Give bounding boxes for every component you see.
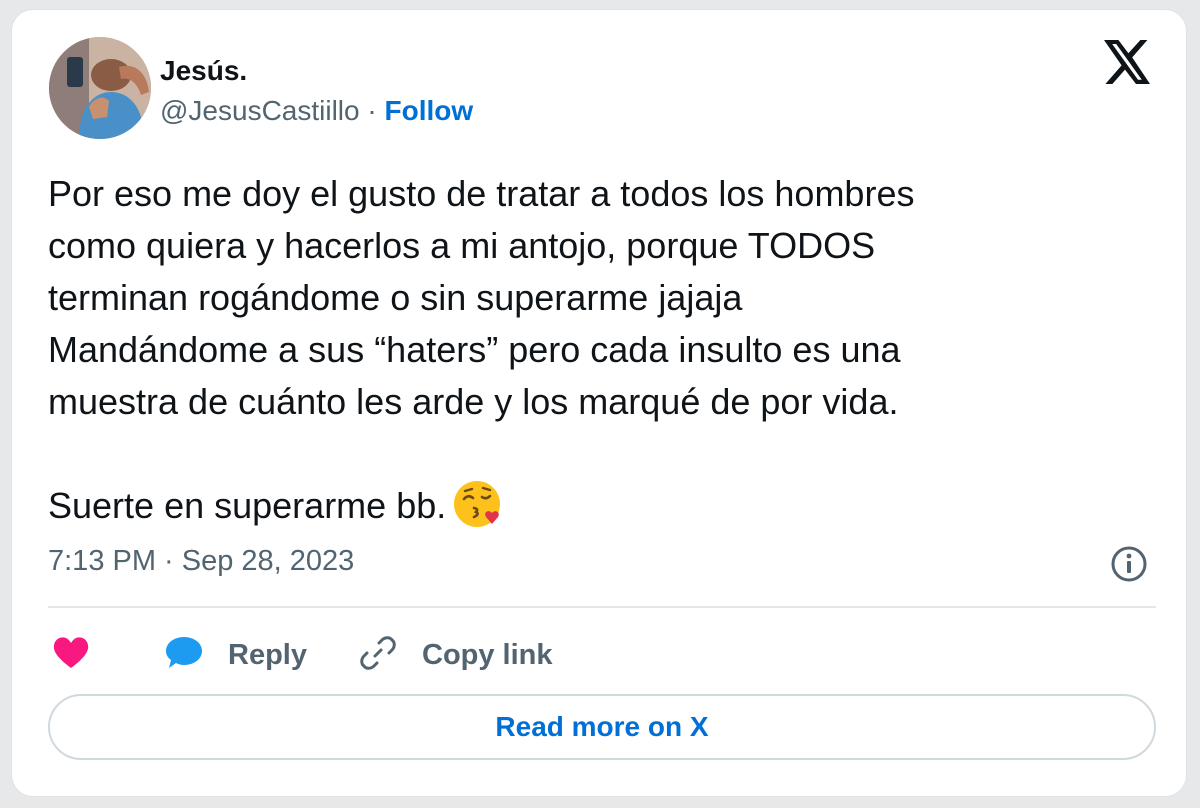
divider (48, 606, 1156, 608)
author-handle[interactable]: @JesusCastiillo (160, 95, 360, 126)
like-button[interactable] (52, 630, 90, 680)
link-icon (358, 633, 398, 678)
tweet-timestamp[interactable]: 7:13 PM · Sep 28, 2023 (48, 544, 354, 578)
reply-button[interactable]: Reply (164, 630, 307, 680)
tweet-text: Por eso me doy el gusto de tratar a todo… (48, 168, 1128, 535)
tweet-text-content: Por eso me doy el gusto de tratar a todo… (48, 173, 915, 526)
kiss-emoji-icon (452, 477, 506, 531)
author-name[interactable]: Jesús. (160, 54, 247, 88)
action-bar: Reply Copy link (48, 630, 1156, 680)
avatar[interactable] (49, 37, 151, 139)
tweet-card: Jesús. @JesusCastiillo · Follow Por eso … (11, 9, 1187, 797)
reply-label: Reply (228, 638, 307, 671)
x-logo-icon[interactable] (1104, 40, 1152, 84)
separator-dot: · (367, 95, 377, 126)
avatar-photo (49, 37, 151, 139)
author-handle-row: @JesusCastiillo · Follow (160, 94, 473, 128)
reply-bubble-icon (164, 635, 204, 676)
info-icon[interactable] (1110, 545, 1148, 583)
follow-link[interactable]: Follow (385, 95, 474, 126)
copy-link-label: Copy link (422, 638, 553, 671)
read-more-label: Read more on X (495, 711, 709, 742)
copy-link-button[interactable]: Copy link (358, 630, 553, 680)
heart-icon (52, 636, 90, 675)
read-more-button[interactable]: Read more on X (48, 694, 1156, 760)
